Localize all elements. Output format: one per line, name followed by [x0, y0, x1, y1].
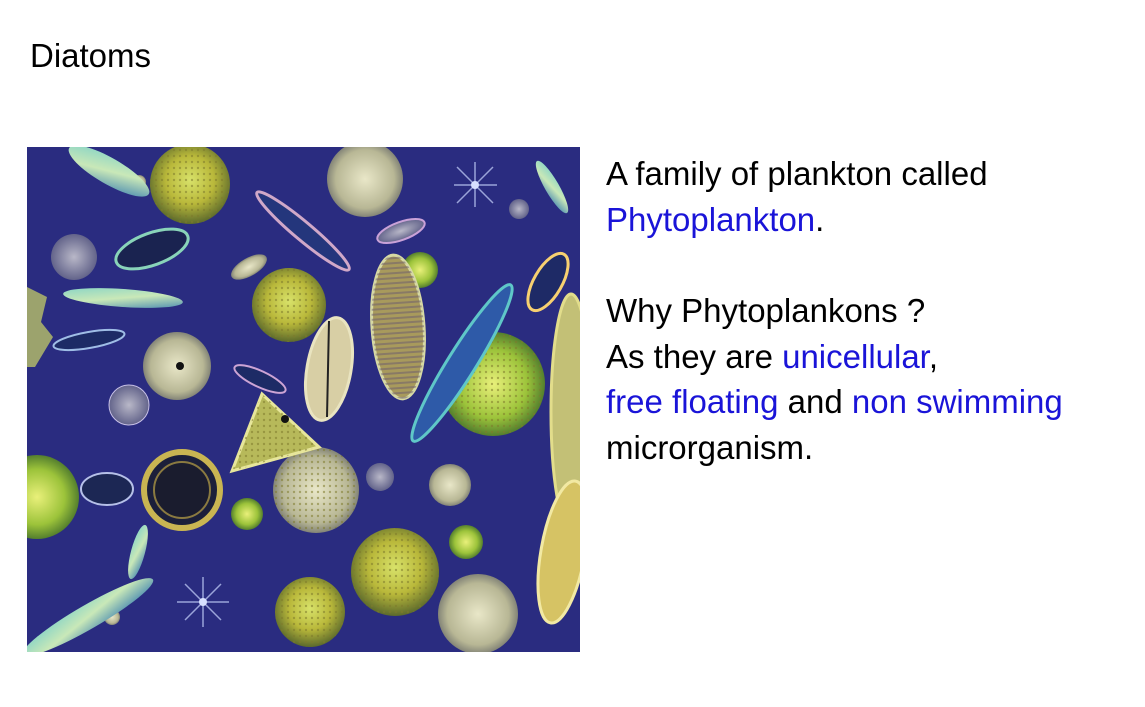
free-floating-term: free floating — [606, 383, 779, 420]
paragraph-1-line-2: Phytoplankton. — [606, 197, 1136, 243]
and-text: and — [787, 383, 843, 420]
non-swimming-term: non swimming — [851, 383, 1063, 420]
paragraph-2-line-4: microrganism. — [606, 425, 1136, 471]
microrganism-text: microrganism. — [606, 428, 814, 466]
slide-body: A family of plankton called Phytoplankto… — [606, 151, 1136, 470]
as-they-are-text: As they are — [606, 337, 773, 375]
term-period: . — [815, 200, 825, 238]
paragraph-2-line-3: free floating and non swimming — [606, 379, 1136, 425]
slide-title: Diatoms — [30, 37, 152, 74]
phytoplankton-term: Phytoplankton — [606, 200, 816, 238]
unicellular-term: unicellular — [782, 337, 929, 375]
paragraph-2-line-2: As they are unicellular, — [606, 334, 1136, 380]
question-text: Why Phytoplankons ? — [606, 292, 926, 329]
comma-text: , — [928, 337, 939, 375]
diatoms-photo — [27, 147, 580, 652]
intro-text: A family of plankton called — [606, 155, 988, 192]
paragraph-2-line-1: Why Phytoplankons ? — [606, 288, 1136, 334]
paragraph-1-line-1: A family of plankton called — [606, 151, 1136, 197]
